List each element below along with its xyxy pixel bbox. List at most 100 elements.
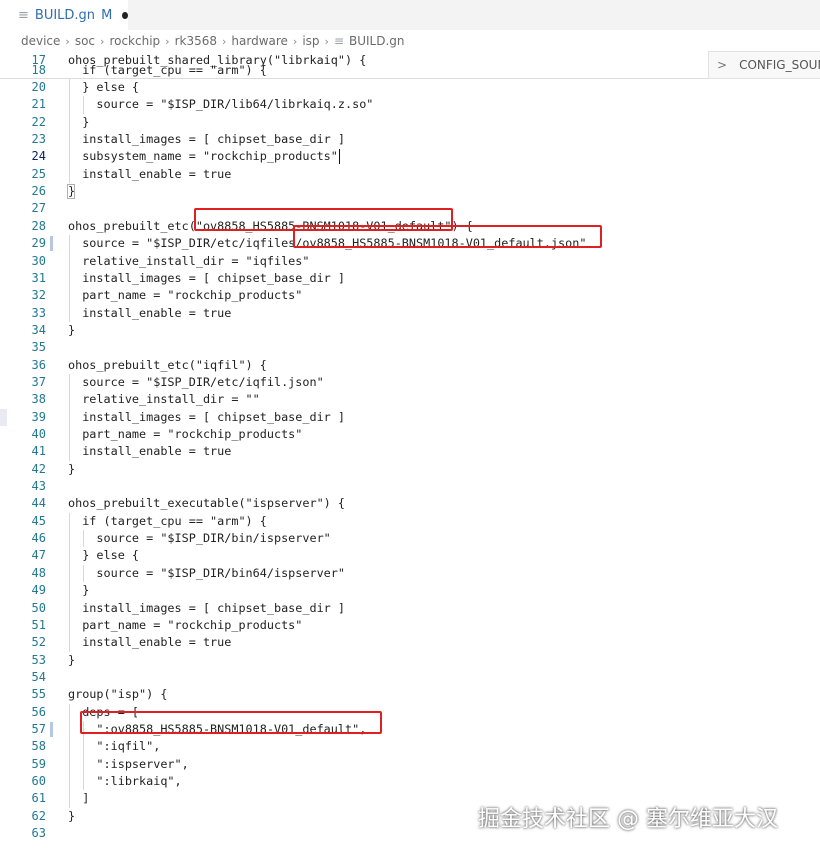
code-line[interactable]: relative_install_dir = "iqfiles" <box>68 253 309 270</box>
line-number: 62 <box>31 808 46 823</box>
code-line[interactable]: install_images = [ chipset_base_dir ] <box>68 131 345 148</box>
code-line[interactable]: install_images = [ chipset_base_dir ] <box>68 270 345 287</box>
code-line[interactable]: source = "$ISP_DIR/bin64/ispserver" <box>68 565 345 582</box>
code-line[interactable]: part_name = "rockchip_products" <box>68 617 302 634</box>
breadcrumb-item[interactable]: BUILD.gn <box>349 34 405 48</box>
code-line[interactable]: install_enable = true <box>68 634 231 651</box>
line-number: 25 <box>31 166 46 181</box>
code-line[interactable]: } <box>68 808 75 825</box>
line-number: 55 <box>31 687 46 702</box>
highlight-box-json-filename <box>293 225 603 249</box>
breadcrumb-item[interactable]: hardware <box>231 34 288 48</box>
code-line[interactable]: part_name = "rockchip_products" <box>68 426 302 443</box>
line-number: 54 <box>31 669 46 684</box>
scroll-indicator <box>0 408 7 426</box>
line-number: 41 <box>31 444 46 459</box>
line-number: 52 <box>31 635 46 650</box>
code-line[interactable]: source = "$ISP_DIR/etc/iqfil.json" <box>68 374 323 391</box>
line-number: 43 <box>31 479 46 494</box>
code-line[interactable]: ":iqfil", <box>68 738 160 755</box>
sticky-scroll-divider <box>0 78 820 79</box>
code-line[interactable]: } <box>68 322 75 339</box>
line-number: 29 <box>31 236 46 251</box>
breadcrumb-item[interactable]: device <box>21 34 60 48</box>
line-number: 53 <box>31 652 46 667</box>
line-number: 48 <box>31 565 46 580</box>
code-line[interactable]: install_enable = true <box>68 305 231 322</box>
chevron-right-icon: › <box>100 34 105 48</box>
code-line[interactable]: } else { <box>68 79 139 96</box>
code-line[interactable]: install_enable = true <box>68 166 231 183</box>
code-line[interactable]: if (target_cpu == "arm") { <box>68 62 267 79</box>
code-line[interactable]: relative_install_dir = "" <box>68 391 260 408</box>
modified-line-marker[interactable] <box>50 721 53 738</box>
indent-guide <box>83 96 85 114</box>
code-line[interactable]: ohos_prebuilt_executable("ispserver") { <box>68 495 345 512</box>
chevron-right-icon: › <box>65 34 70 48</box>
line-number: 34 <box>31 322 46 337</box>
code-line[interactable]: subsystem_name = "rockchip_products" <box>68 148 338 165</box>
outline-label: CONFIG_SOUND <box>739 58 820 72</box>
line-number: 37 <box>31 374 46 389</box>
chevron-right-icon: › <box>292 34 298 48</box>
code-line[interactable]: ] <box>68 790 89 807</box>
line-number: 61 <box>31 791 46 806</box>
line-number: 47 <box>31 548 46 563</box>
tab-modified-status: M <box>101 7 113 23</box>
line-number: 33 <box>31 305 46 320</box>
line-number: 27 <box>31 201 46 216</box>
breadcrumb-item[interactable]: rockchip <box>109 34 160 48</box>
line-number: 56 <box>31 704 46 719</box>
indent-guide <box>69 512 70 652</box>
line-number: 30 <box>31 253 46 268</box>
code-line[interactable]: ":ispserver", <box>68 756 188 773</box>
code-line[interactable]: } <box>68 652 75 669</box>
chevron-right-icon[interactable]: > <box>717 58 727 72</box>
code-line[interactable]: ohos_prebuilt_etc("iqfil") { <box>68 357 267 374</box>
line-number: 24 <box>31 149 46 164</box>
code-line[interactable]: group("isp") { <box>68 686 167 703</box>
code-line[interactable]: install_images = [ chipset_base_dir ] <box>68 600 345 617</box>
chevron-right-icon: › <box>221 34 227 48</box>
unsaved-dot-icon[interactable] <box>122 11 128 19</box>
indent-guide <box>83 564 85 583</box>
line-number: 60 <box>31 774 46 788</box>
chevron-right-icon: › <box>165 34 170 48</box>
line-number: 63 <box>31 826 46 841</box>
indent-guide <box>69 79 70 184</box>
line-number: 18 <box>31 63 46 77</box>
code-line[interactable]: ":librkaiq", <box>68 773 181 790</box>
code-line[interactable]: } <box>68 114 89 131</box>
indent-guide <box>69 373 70 461</box>
outline-panel[interactable]: > CONFIG_SOUND <box>708 51 820 79</box>
chevron-right-icon: › <box>324 34 329 48</box>
tab-build-gn[interactable]: ≡ BUILD.gn M <box>0 0 128 30</box>
code-editor[interactable]: 17 18 20 21 22 23 24 25 26 27 28 29 30 31 32 33 34 35 36 37… <box>0 52 820 852</box>
code-line[interactable]: source = "$ISP_DIR/lib64/librkaiq.z.so" <box>68 96 373 113</box>
line-number: 50 <box>31 600 46 615</box>
modified-line-marker[interactable] <box>50 236 53 252</box>
line-number: 59 <box>31 756 46 771</box>
file-lines-icon: ≡ <box>18 7 29 23</box>
code-line[interactable]: if (target_cpu == "arm") { <box>68 513 267 530</box>
line-number: 32 <box>31 288 46 303</box>
line-number: 23 <box>31 132 46 147</box>
breadcrumb-item[interactable]: rk3568 <box>175 34 217 48</box>
breadcrumb-item[interactable]: soc <box>75 34 95 48</box>
breadcrumb-item[interactable]: isp <box>302 34 319 48</box>
code-line[interactable]: part_name = "rockchip_products" <box>68 287 302 304</box>
code-line[interactable]: install_enable = true <box>68 443 231 460</box>
line-number: 51 <box>31 617 46 632</box>
code-line[interactable]: } else { <box>68 547 139 564</box>
code-line[interactable]: source = "$ISP_DIR/bin/ispserver" <box>68 530 330 547</box>
code-line[interactable]: install_images = [ chipset_base_dir ] <box>68 409 345 426</box>
code-line[interactable]: } <box>68 461 75 478</box>
watermark: 掘金技术社区 @ 塞尔维亚大汉 <box>478 807 778 832</box>
code-line[interactable]: } <box>68 582 89 599</box>
highlight-box-dependency <box>80 710 383 735</box>
line-number: 45 <box>31 513 46 528</box>
line-number: 20 <box>31 80 46 94</box>
indent-guide <box>69 235 70 322</box>
line-number-gutter: 17 18 20 21 22 23 24 25 26 27 28 29 30 31 32 33 34 35 36 37… <box>0 52 58 852</box>
tab-file-name: BUILD.gn <box>34 7 96 23</box>
